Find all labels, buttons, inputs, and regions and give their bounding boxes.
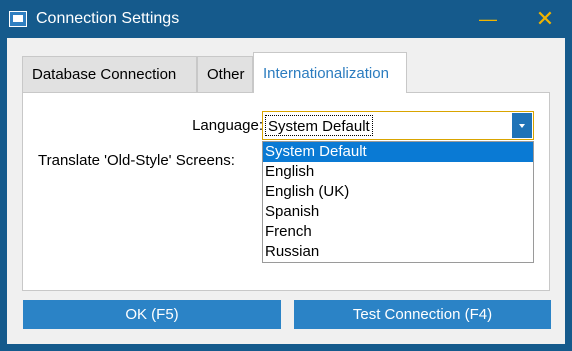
app-icon xyxy=(9,11,27,27)
tab-other[interactable]: Other xyxy=(197,56,253,92)
dropdown-option-russian[interactable]: Russian xyxy=(263,242,533,262)
internationalization-panel: Language: System Default Translate 'Old-… xyxy=(22,92,550,291)
dropdown-option-english-uk[interactable]: English (UK) xyxy=(263,182,533,202)
dropdown-option-french[interactable]: French xyxy=(263,222,533,242)
test-connection-button[interactable]: Test Connection (F4) xyxy=(294,300,551,329)
chevron-down-icon[interactable] xyxy=(512,113,532,138)
language-label: Language: xyxy=(192,117,263,134)
dropdown-option-english[interactable]: English xyxy=(263,162,533,182)
language-select-value: System Default xyxy=(265,115,373,136)
tab-internationalization[interactable]: Internationalization xyxy=(253,52,407,93)
dialog-client-area: Database Connection Other Internationali… xyxy=(7,38,565,344)
window-title: Connection Settings xyxy=(36,10,180,27)
close-button[interactable]: ✕ xyxy=(522,0,568,38)
translate-old-style-label: Translate 'Old-Style' Screens: xyxy=(38,152,235,169)
dropdown-option-spanish[interactable]: Spanish xyxy=(263,202,533,222)
language-select[interactable]: System Default xyxy=(262,111,534,140)
connection-settings-window: Connection Settings — ✕ Database Connect… xyxy=(0,0,572,351)
dropdown-option-system-default[interactable]: System Default xyxy=(263,142,533,162)
minimize-button[interactable]: — xyxy=(465,0,511,38)
tab-database-connection[interactable]: Database Connection xyxy=(22,56,197,92)
ok-button[interactable]: OK (F5) xyxy=(23,300,281,329)
title-bar[interactable]: Connection Settings — ✕ xyxy=(0,0,572,38)
language-dropdown-list: System Default English English (UK) Span… xyxy=(262,141,534,263)
